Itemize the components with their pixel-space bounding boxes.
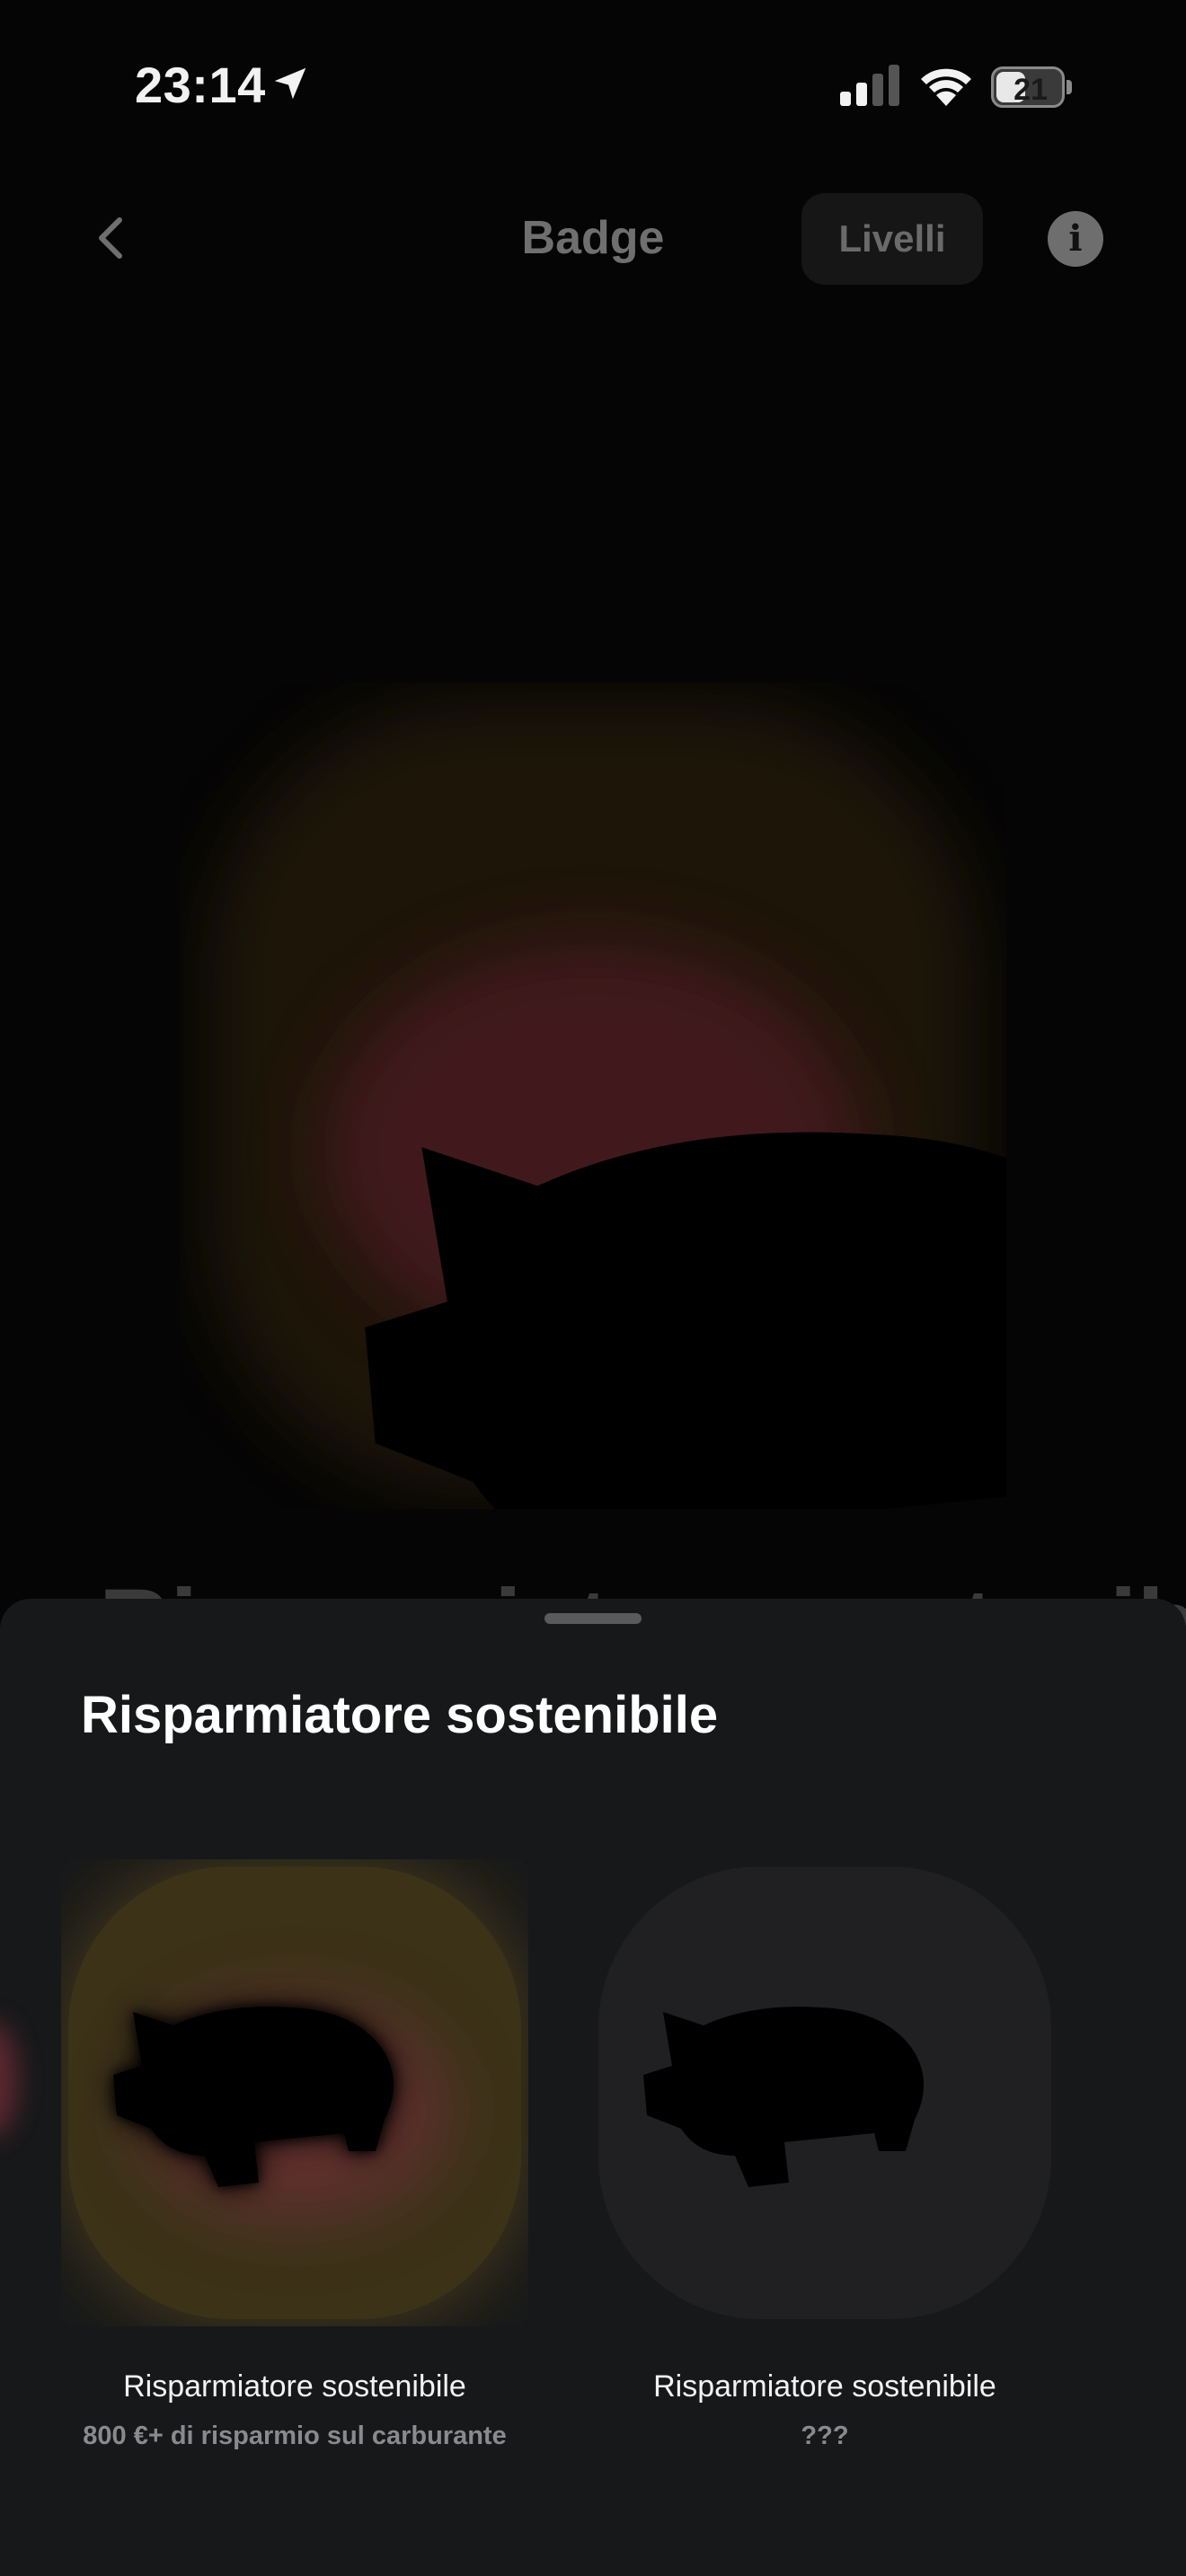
piggy-bank-icon [61,1859,528,2326]
status-time: 23:14 [135,57,266,113]
hero-piggy-bank-badge [207,701,1006,1509]
adjacent-badge-glow [0,2021,18,2138]
levels-button[interactable]: Livelli [801,193,983,285]
sheet-title: Risparmiatore sostenibile [81,1686,719,1744]
navigation-bar: Badge Livelli i [0,180,1186,305]
wifi-icon [921,68,971,106]
status-bar: 23:14 21 [0,0,1186,171]
badge-detail-screen: 23:14 21 Badge Livelli i Risparmiatore s… [0,0,1186,2576]
badge-name: Risparmiatore sostenibile [123,2369,466,2404]
page-title: Badge [521,212,665,264]
battery-icon: 21 [991,66,1072,108]
badge-card-locked[interactable]: Risparmiatore sostenibile ??? [582,1859,1067,2450]
badge-name: Risparmiatore sostenibile [653,2369,996,2404]
location-arrow-icon [274,67,306,100]
sheet-grabber[interactable] [544,1613,642,1624]
back-button[interactable] [85,211,139,265]
cellular-signal-icon [840,65,899,106]
badge-card-unlocked[interactable]: Risparmiatore sostenibile 800 €+ di risp… [52,1859,537,2450]
piggy-bank-icon [598,1866,1051,2319]
info-button[interactable]: i [1048,211,1103,267]
chevron-left-icon [99,217,122,259]
battery-level: 21 [1013,73,1048,107]
badge-levels-sheet: Risparmiatore sostenibile Risparmiatore … [0,1599,1186,2576]
badge-description: ??? [801,2422,849,2450]
badge-description: 800 €+ di risparmio sul carburante [83,2422,507,2450]
